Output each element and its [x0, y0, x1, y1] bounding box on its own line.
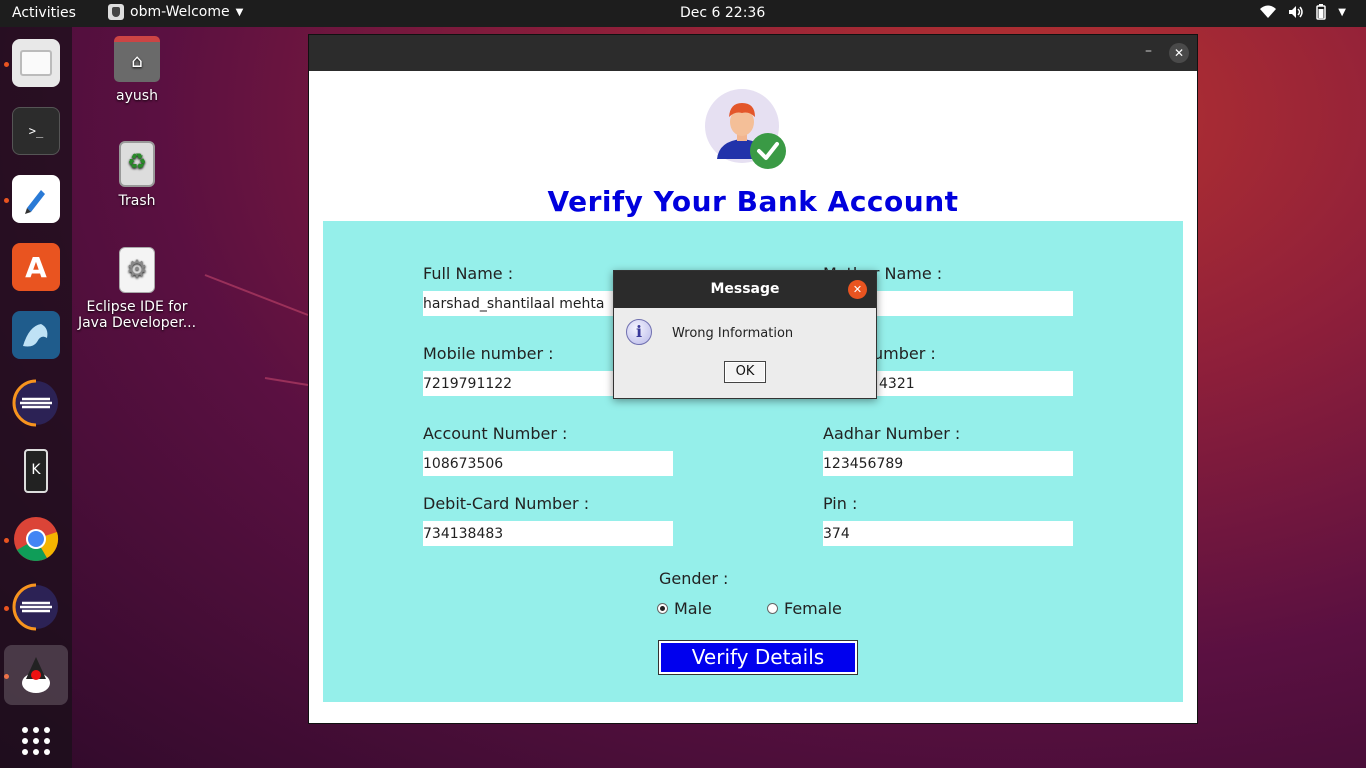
volume-icon: [1289, 6, 1304, 18]
dialog-titlebar[interactable]: Message ✕: [614, 271, 876, 308]
running-indicator: [4, 62, 9, 67]
gear-icon: ⚙: [119, 247, 155, 293]
gender-label: Gender :: [659, 569, 729, 588]
mysql-workbench-icon[interactable]: [12, 311, 60, 359]
aadhar-number-field[interactable]: 123456789: [823, 451, 1073, 476]
debit-card-field[interactable]: 734138483: [423, 521, 673, 546]
text-editor-icon[interactable]: [12, 175, 60, 223]
chevron-down-icon: ▼: [1338, 6, 1346, 18]
running-indicator: [4, 606, 9, 611]
desktop-icon-eclipse[interactable]: ⚙ Eclipse IDE for Java Developer...: [72, 247, 202, 331]
debit-card-label: Debit-Card Number :: [423, 494, 590, 513]
aadhar-number-label: Aadhar Number :: [823, 424, 961, 443]
minimize-button[interactable]: –: [1145, 43, 1152, 59]
verify-details-button[interactable]: Verify Details: [658, 640, 858, 675]
other-number-label: umber :: [873, 344, 936, 363]
wallpaper-lines: [204, 274, 309, 386]
activities-button[interactable]: Activities: [12, 5, 76, 21]
radio-selected-icon: [657, 603, 668, 614]
ok-button[interactable]: OK: [724, 361, 766, 383]
pin-label: Pin :: [823, 494, 858, 513]
dialog-close-button[interactable]: ✕: [848, 280, 867, 299]
running-indicator: [4, 198, 9, 203]
close-button[interactable]: ✕: [1169, 43, 1189, 63]
software-center-icon[interactable]: A: [12, 243, 60, 291]
desktop-icon-label: Eclipse IDE for Java Developer...: [77, 299, 197, 331]
app-menu-label: obm-Welcome: [130, 4, 230, 20]
user-verified-icon: [705, 89, 786, 169]
java-app-icon: [108, 4, 124, 20]
battery-icon: [1316, 4, 1327, 20]
dialog-message: Wrong Information: [672, 326, 794, 341]
trash-icon: ♻: [119, 141, 155, 187]
gender-male-label: Male: [674, 599, 712, 618]
show-apps-icon[interactable]: [12, 717, 60, 765]
desktop-icon-home[interactable]: ⌂ ayush: [72, 36, 202, 104]
pin-field[interactable]: 374: [823, 521, 1073, 546]
files-icon[interactable]: [12, 39, 60, 87]
page-title: Verify Your Bank Account: [547, 185, 959, 218]
wifi-icon: [1260, 5, 1277, 18]
top-bar: Activities obm-Welcome ▼ Dec 6 22:36 ▼: [0, 0, 1366, 27]
eclipse-icon-2[interactable]: [12, 583, 60, 631]
chevron-down-icon: ▼: [235, 6, 244, 18]
full-name-label: Full Name :: [423, 264, 514, 283]
account-number-field[interactable]: 108673506: [423, 451, 673, 476]
running-indicator: [4, 538, 9, 543]
desktop-icon-label: Trash: [118, 193, 156, 209]
eclipse-icon[interactable]: [12, 379, 60, 427]
app-menu[interactable]: obm-Welcome ▼: [108, 4, 243, 20]
desktop-icon-label: ayush: [116, 88, 158, 104]
terminal-icon[interactable]: >_: [12, 107, 60, 155]
java-app-icon[interactable]: [4, 645, 68, 705]
clock[interactable]: Dec 6 22:36: [680, 5, 765, 21]
gender-female-label: Female: [784, 599, 842, 618]
dialog-title: Message: [710, 281, 780, 297]
home-folder-icon: ⌂: [114, 36, 160, 82]
system-tray[interactable]: ▼: [1260, 4, 1346, 20]
message-dialog: Message ✕ i Wrong Information OK: [613, 270, 877, 399]
radio-unselected-icon: [767, 603, 778, 614]
info-icon: i: [626, 319, 652, 345]
dock: >_ A K: [0, 27, 72, 768]
mobile-label: Mobile number :: [423, 344, 554, 363]
kde-connect-icon[interactable]: K: [12, 447, 60, 495]
gender-female-radio[interactable]: Female: [767, 599, 842, 618]
account-number-label: Account Number :: [423, 424, 568, 443]
gender-male-radio[interactable]: Male: [657, 599, 712, 618]
desktop-icon-trash[interactable]: ♻ Trash: [72, 141, 202, 209]
window-titlebar[interactable]: – ✕: [309, 35, 1197, 71]
chrome-icon[interactable]: [12, 515, 60, 563]
